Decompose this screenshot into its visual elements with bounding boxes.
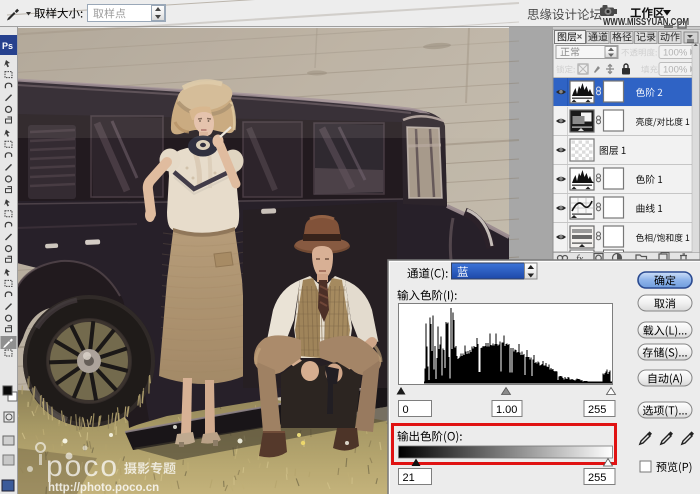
- svg-text:WWW.MISSYUAN.COM: WWW.MISSYUAN.COM: [603, 17, 689, 28]
- svg-text:0: 0: [403, 404, 409, 416]
- svg-text:1.00: 1.00: [496, 404, 517, 416]
- svg-text:255: 255: [588, 472, 606, 484]
- svg-text:100%: 100%: [663, 65, 688, 76]
- svg-text:http://photo.poco.cn: http://photo.poco.cn: [48, 482, 159, 494]
- svg-text:poco: poco: [46, 450, 119, 483]
- svg-text:255: 255: [588, 404, 606, 416]
- svg-text:100%: 100%: [663, 48, 688, 59]
- svg-text:21: 21: [403, 472, 415, 484]
- svg-text:Ps: Ps: [2, 41, 13, 51]
